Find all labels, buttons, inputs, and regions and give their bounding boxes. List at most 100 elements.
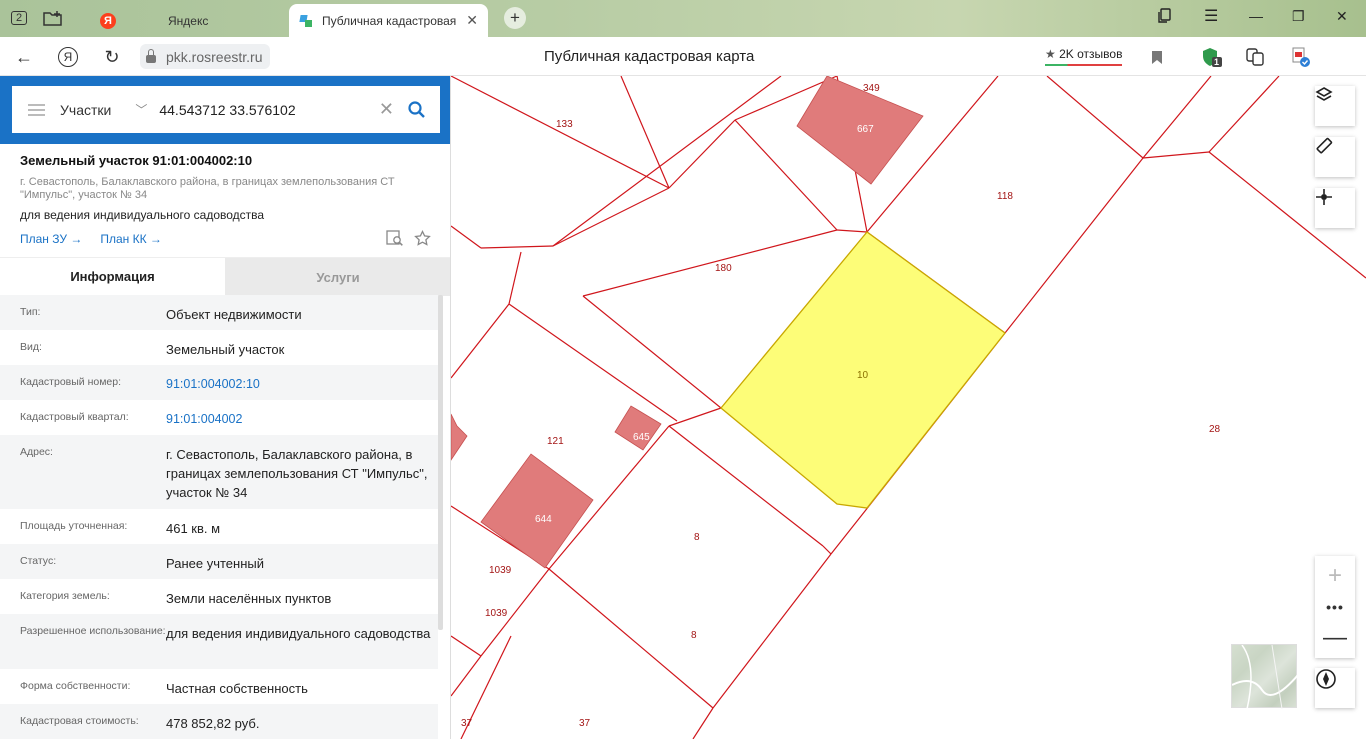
row-key: Кадастровая стоимость: [20,715,139,727]
search-input[interactable]: 44.543712 33.576102 [159,102,379,118]
protect-shield-icon[interactable]: 1 [1200,45,1224,69]
yandex-logo-icon: Я [100,12,116,29]
row-value: для ведения индивидуального садоводства [166,626,431,641]
object-address: г. Севастополь, Балаклавского района, в … [20,176,395,201]
table-row: Тип: Объект недвижимости [0,295,438,330]
new-tab-button[interactable]: + [504,7,526,29]
table-row: Кадастровый номер: 91:01:004002:10 [0,365,438,400]
folder-add-icon[interactable] [40,6,66,30]
url-text: pkk.rosreestr.ru [166,48,263,65]
row-key: Категория земель: [20,590,110,602]
map-canvas[interactable]: 133 349 667 118 180 10 28 121 645 644 8 … [451,76,1366,739]
cadastral-quarter-link[interactable]: 91:01:004002 [166,410,438,427]
row-value: 461 кв. м [166,521,221,536]
search-type-select[interactable]: Участки [60,102,111,118]
row-value: Земли населённых пунктов [166,591,332,606]
bookmarks-panel-icon[interactable] [1158,8,1172,27]
zoom-in-button[interactable]: + [1315,556,1355,596]
tab-information[interactable]: Информация [0,258,225,296]
object-actions [386,229,431,252]
restore-icon[interactable]: ❐ [1292,8,1305,25]
table-row: Адрес: г. Севастополь, Балаклавского рай… [0,435,438,509]
parcel-label: 8 [691,630,697,641]
page-title: Публичная кадастровая карта [544,48,755,65]
zoom-out-button[interactable]: — [1315,618,1355,658]
plan-links: План ЗУ → План КК → [20,232,162,246]
row-value: Частная собственность [166,681,308,696]
parcel-label: 37 [579,718,591,729]
lock-icon [146,48,156,63]
tab-pkk-label: Публичная кадастровая [322,13,457,28]
row-key: Кадастровый квартал: [20,411,129,423]
zoom-controls: + ••• — [1315,556,1355,658]
parcel-label: 28 [1209,424,1221,435]
row-key: Разрешенное использование: [20,625,166,637]
parcel-label: 8 [694,532,700,543]
hamburger-menu-icon[interactable] [28,103,45,116]
browser-tab-bar: 2 Я Яндекс Публичная кадастровая ✕ + ☰ —… [0,0,1366,37]
protect-badge: 1 [1214,57,1220,67]
table-row: Кадастровый квартал: 91:01:004002 [0,400,438,435]
tab-pkk[interactable]: Публичная кадастровая ✕ [289,4,488,37]
row-key: Кадастровый номер: [20,376,122,388]
rosreestr-favicon-icon [299,14,313,28]
parcel-label: 349 [863,83,880,94]
yandex-home-letter: Я [58,47,78,67]
locate-crosshair-icon[interactable] [1315,188,1355,228]
more-icon[interactable]: ••• [1315,596,1355,618]
address-bar: ← Я ↻ pkk.rosreestr.ru Публичная кадастр… [0,37,1366,76]
row-key: Тип: [20,306,41,318]
chevron-down-icon[interactable]: ﹀ [135,101,147,118]
search-panel: Участки ﹀ 44.543712 33.576102 ✕ [0,76,450,144]
object-usage: для ведения индивидуального садоводства [20,208,265,222]
favorite-star-icon[interactable] [414,229,431,252]
parcel-label: 644 [535,514,552,525]
close-window-icon[interactable]: ✕ [1336,8,1348,25]
minimize-icon[interactable]: — [1249,8,1263,24]
plan-kk-link[interactable]: План КК → [100,232,162,246]
translate-icon[interactable] [1243,45,1267,69]
object-title: Земельный участок 91:01:004002:10 [20,153,253,168]
back-arrow-icon[interactable]: ← [12,45,36,69]
layers-icon[interactable] [1315,86,1355,126]
parcel-label: 180 [715,263,732,274]
parcel-label: 133 [556,119,573,130]
yandex-home-icon[interactable]: Я [56,45,80,69]
panel-scrollbar[interactable] [438,295,443,630]
star-icon: ★ [1045,47,1056,61]
tab-yandex[interactable]: Я Яндекс [88,4,288,37]
downloads-pdf-icon[interactable] [1288,45,1312,69]
table-row: Статус: Ранее учтенный [0,544,438,579]
url-field[interactable]: pkk.rosreestr.ru [140,44,271,69]
building-partial[interactable] [451,413,468,461]
clear-search-icon[interactable]: ✕ [379,99,394,120]
bookmark-icon[interactable] [1145,45,1169,69]
basemap-thumbnail[interactable] [1231,644,1298,709]
tab-yandex-label: Яндекс [168,13,209,28]
menu-icon[interactable]: ☰ [1204,6,1218,26]
compass-icon[interactable] [1315,668,1355,708]
row-value: Земельный участок [166,342,285,357]
search-icon[interactable] [404,98,428,122]
cadastral-map[interactable]: 133 349 667 118 180 10 28 121 645 644 8 … [451,76,1366,739]
search-document-icon[interactable] [386,230,404,252]
info-table: Тип: Объект недвижимости Вид: Земельный … [0,295,438,739]
tab-counter: 2 [10,11,28,25]
collapse-panel-icon[interactable]: ‹ [451,98,456,114]
table-row: Вид: Земельный участок [0,330,438,365]
tab-services[interactable]: Услуги [225,258,450,296]
info-panel: Участки ﹀ 44.543712 33.576102 ✕ Земельны… [0,76,451,739]
ruler-icon[interactable] [1315,137,1355,177]
row-key: Форма собственности: [20,680,131,692]
reviews-link[interactable]: ★ 2K отзывов [1045,47,1123,66]
parcel-label: 37 [461,718,473,729]
cadastral-number-link[interactable]: 91:01:004002:10 [166,375,438,392]
building-644[interactable] [480,453,594,569]
parcel-label: 118 [997,191,1013,202]
plan-zu-link[interactable]: План ЗУ → [20,232,82,246]
close-tab-icon[interactable]: ✕ [466,12,478,29]
parcel-label: 10 [857,370,869,381]
panel-tabs: Информация Услуги [0,257,450,296]
tab-counter-button[interactable]: 2 [6,6,32,30]
reload-icon[interactable]: ↻ [100,45,124,69]
